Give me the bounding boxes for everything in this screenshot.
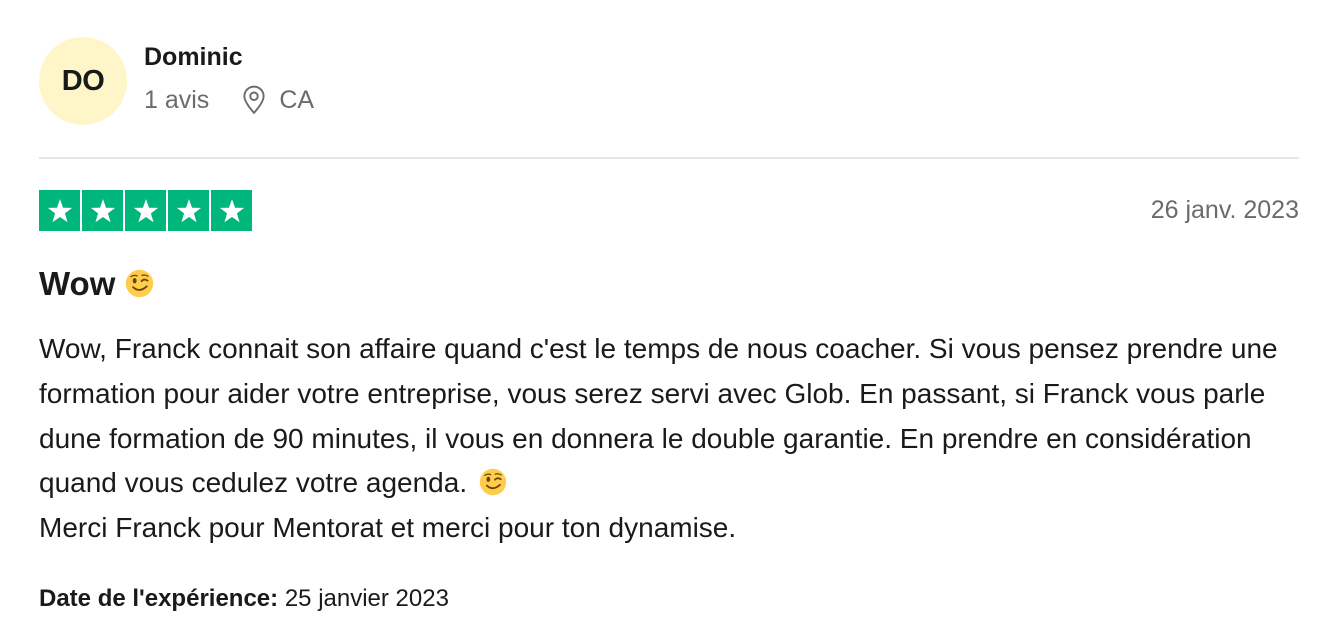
rating-row: 26 janv. 2023 xyxy=(39,190,1299,232)
star-icon xyxy=(176,198,201,222)
reviewer-name[interactable]: Dominic xyxy=(144,41,314,73)
review-title[interactable]: Wow xyxy=(39,265,154,303)
star-box xyxy=(211,190,252,231)
experience-date-label: Date de l'expérience: xyxy=(39,585,279,612)
location-pin-icon xyxy=(243,85,265,115)
star-box xyxy=(168,190,209,231)
star-box xyxy=(125,190,166,231)
reviewer-info: Dominic 1 avis CA xyxy=(144,37,314,115)
review-date[interactable]: 26 janv. 2023 xyxy=(1151,196,1299,225)
divider xyxy=(39,157,1299,159)
star-box xyxy=(39,190,80,231)
review-body: Wow, Franck connait son affaire quand c'… xyxy=(39,327,1304,551)
avatar-initials: DO xyxy=(61,64,105,97)
star-icon xyxy=(219,198,244,222)
review-count: 1 avis xyxy=(144,86,210,114)
experience-date-value: 25 janvier 2023 xyxy=(284,585,449,612)
winking-face-emoji-icon xyxy=(126,269,154,297)
star-icon xyxy=(133,198,158,222)
review-title-text: Wow xyxy=(39,265,116,302)
reviewer-meta: 1 avis CA xyxy=(144,85,314,115)
location-code: CA xyxy=(279,86,315,114)
experience-date: Date de l'expérience: 25 janvier 2023 xyxy=(39,585,449,613)
avatar[interactable]: DO xyxy=(39,37,127,125)
star-rating xyxy=(39,190,252,231)
reviewer-header: DO Dominic 1 avis CA xyxy=(39,37,314,125)
star-icon xyxy=(90,198,115,222)
star-box xyxy=(82,190,123,231)
winking-face-emoji-icon xyxy=(479,468,507,496)
review-body-closing: Merci Franck pour Mentorat et merci pour… xyxy=(39,512,737,544)
review-card: DO Dominic 1 avis CA 26 janv. 2023 Wow W… xyxy=(0,0,1334,644)
reviewer-location: CA xyxy=(241,85,314,115)
review-body-text: Wow, Franck connait son affaire quand c'… xyxy=(39,333,1278,499)
star-icon xyxy=(47,198,72,222)
